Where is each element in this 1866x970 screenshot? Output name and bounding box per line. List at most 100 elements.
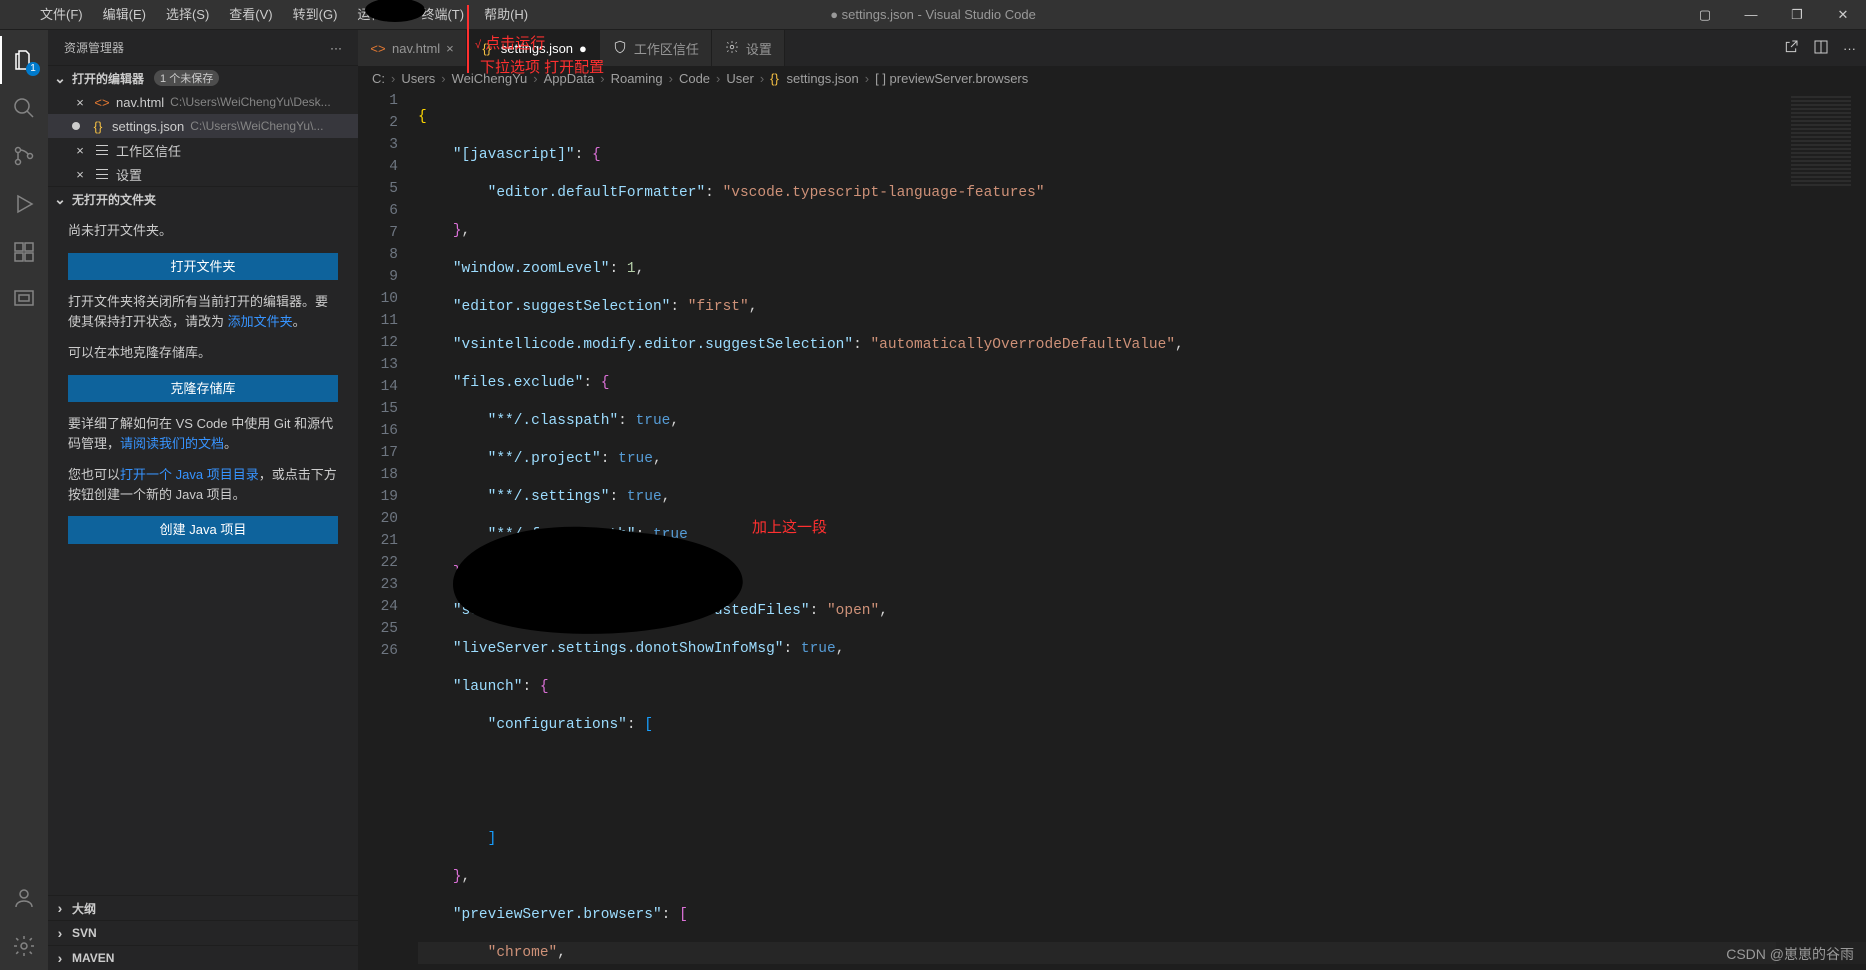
close-icon[interactable]: ×	[72, 95, 88, 110]
maven-label: MAVEN	[72, 951, 114, 965]
clone-repo-button[interactable]: 克隆存储库	[68, 375, 338, 403]
accounts-icon[interactable]	[0, 874, 48, 922]
json-file-icon: {}	[479, 41, 495, 56]
file-path: C:\Users\WeiChengYu\Desk...	[170, 95, 331, 109]
line-gutter: 1234567891011121314151617181920212223242…	[358, 90, 418, 970]
html-file-icon: <>	[94, 95, 110, 110]
close-icon[interactable]: ×	[72, 167, 88, 182]
maven-header[interactable]: › MAVEN	[48, 946, 358, 970]
crumb[interactable]: Users	[401, 71, 435, 86]
close-icon[interactable]: ×	[72, 143, 88, 158]
file-name: settings.json	[112, 119, 184, 134]
svn-header[interactable]: ›SVN	[48, 921, 358, 945]
extensions-icon[interactable]	[0, 228, 48, 276]
code-content[interactable]: { "[javascript]": { "editor.defaultForma…	[418, 90, 1866, 970]
tab-label: 设置	[746, 39, 772, 58]
debug-icon[interactable]	[0, 180, 48, 228]
list-icon	[94, 167, 110, 182]
open-java-link[interactable]: 打开一个 Java 项目目录	[120, 467, 259, 482]
menu-edit[interactable]: 编辑(E)	[93, 0, 156, 30]
tab-label: settings.json	[501, 41, 573, 56]
no-folder-label: 无打开的文件夹	[72, 191, 156, 208]
open-folder-button[interactable]: 打开文件夹	[68, 253, 338, 281]
editor-tabs: <> nav.html × {} settings.json ● 工作区信任 设…	[358, 30, 1866, 66]
open-settings-json-icon[interactable]	[1783, 39, 1799, 58]
menu-terminal[interactable]: 终端(T)	[411, 0, 474, 30]
create-java-button[interactable]: 创建 Java 项目	[68, 516, 338, 544]
chevron-down-icon: ⌄	[52, 191, 68, 208]
unsaved-indicator-icon	[72, 122, 80, 130]
source-control-icon[interactable]	[0, 132, 48, 180]
open-editor-workspace-trust[interactable]: × 工作区信任	[48, 138, 358, 162]
open-editor-settings-ui[interactable]: × 设置	[48, 162, 358, 186]
java-projects-icon[interactable]	[0, 276, 48, 324]
crumb[interactable]: Code	[679, 71, 710, 86]
menu-run[interactable]: 运行(R)	[347, 0, 411, 30]
menu-goto[interactable]: 转到(G)	[283, 0, 348, 30]
sidebar-more-icon[interactable]: ···	[330, 41, 342, 55]
editor-area: <> nav.html × {} settings.json ● 工作区信任 设…	[358, 30, 1866, 970]
crumb[interactable]: AppData	[544, 71, 595, 86]
gear-icon	[724, 40, 740, 57]
no-folder-text: 尚未打开文件夹。	[68, 221, 338, 241]
open-editors-section: ⌄ 打开的编辑器 1 个未保存 × <> nav.html C:\Users\W…	[48, 65, 358, 186]
outline-header[interactable]: ›大纲	[48, 896, 358, 920]
crumb[interactable]: WeiChengYu	[452, 71, 528, 86]
crumb[interactable]: settings.json	[786, 71, 858, 86]
no-folder-section: ⌄ 无打开的文件夹 尚未打开文件夹。 打开文件夹 打开文件夹将关闭所有当前打开的…	[48, 186, 358, 548]
open-editors-label: 打开的编辑器	[72, 70, 144, 87]
docs-text: 要详细了解如何在 VS Code 中使用 Git 和源代码管理，请阅读我们的文档…	[68, 414, 338, 453]
layout-button[interactable]: ▢	[1682, 0, 1728, 30]
watermark: CSDN @崽崽的谷雨	[1726, 944, 1854, 964]
chevron-right-icon: ›	[52, 950, 68, 966]
unsaved-badge: 1 个未保存	[154, 70, 219, 86]
tab-workspace-trust[interactable]: 工作区信任	[600, 30, 712, 66]
crumb[interactable]: [ ] previewServer.browsers	[875, 71, 1028, 86]
menu-help[interactable]: 帮助(H)	[474, 0, 538, 30]
tab-unsaved-icon[interactable]: ●	[579, 41, 587, 56]
tab-close-icon[interactable]: ×	[446, 41, 454, 56]
search-icon[interactable]	[0, 84, 48, 132]
minimize-button[interactable]: —	[1728, 0, 1774, 30]
html-file-icon: <>	[370, 41, 386, 56]
clone-intro-text: 可以在本地克隆存储库。	[68, 343, 338, 363]
shield-icon	[612, 40, 628, 57]
activity-bar: 1	[0, 30, 48, 970]
crumb[interactable]: Roaming	[611, 71, 663, 86]
explorer-badge: 1	[26, 62, 40, 76]
tab-settings-ui[interactable]: 设置	[712, 30, 785, 66]
list-icon	[94, 143, 110, 158]
file-name: 设置	[116, 165, 142, 184]
settings-gear-icon[interactable]	[0, 922, 48, 970]
maximize-button[interactable]: ❐	[1774, 0, 1820, 30]
explorer-icon[interactable]: 1	[0, 36, 48, 84]
close-window-button[interactable]: ✕	[1820, 0, 1866, 30]
tab-settings-json[interactable]: {} settings.json ●	[467, 30, 600, 66]
open-editors-header[interactable]: ⌄ 打开的编辑器 1 个未保存	[48, 66, 358, 90]
menu-select[interactable]: 选择(S)	[156, 0, 219, 30]
no-folder-header[interactable]: ⌄ 无打开的文件夹	[48, 187, 358, 211]
crumb[interactable]: C:	[372, 71, 385, 86]
tab-nav-html[interactable]: <> nav.html ×	[358, 30, 467, 66]
add-folder-link[interactable]: 添加文件夹	[228, 314, 293, 329]
window-title: ● settings.json - Visual Studio Code	[830, 7, 1036, 22]
menu-file[interactable]: 文件(F)	[30, 0, 93, 30]
breadcrumb[interactable]: C:› Users› WeiChengYu› AppData› Roaming›…	[358, 66, 1866, 90]
more-actions-icon[interactable]: ···	[1843, 41, 1856, 56]
java-text: 您也可以打开一个 Java 项目目录，或点击下方按钮创建一个新的 Java 项目…	[68, 465, 338, 504]
chevron-right-icon: ›	[52, 900, 68, 916]
sidebar: 资源管理器 ··· ⌄ 打开的编辑器 1 个未保存 × <> nav.html …	[48, 30, 358, 970]
file-name: nav.html	[116, 95, 164, 110]
chevron-down-icon: ⌄	[52, 70, 68, 87]
svn-label: SVN	[72, 926, 97, 940]
json-file-icon: {}	[90, 119, 106, 134]
crumb[interactable]: User	[726, 71, 753, 86]
open-editor-nav-html[interactable]: × <> nav.html C:\Users\WeiChengYu\Desk..…	[48, 90, 358, 114]
code-editor[interactable]: 1234567891011121314151617181920212223242…	[358, 90, 1866, 970]
open-editor-settings-json[interactable]: {} settings.json C:\Users\WeiChengYu\...	[48, 114, 358, 138]
read-docs-link[interactable]: 请阅读我们的文档	[120, 436, 224, 451]
split-editor-icon[interactable]	[1813, 39, 1829, 58]
outline-label: 大纲	[72, 900, 96, 917]
menu-view[interactable]: 查看(V)	[219, 0, 282, 30]
tab-label: 工作区信任	[634, 39, 699, 58]
